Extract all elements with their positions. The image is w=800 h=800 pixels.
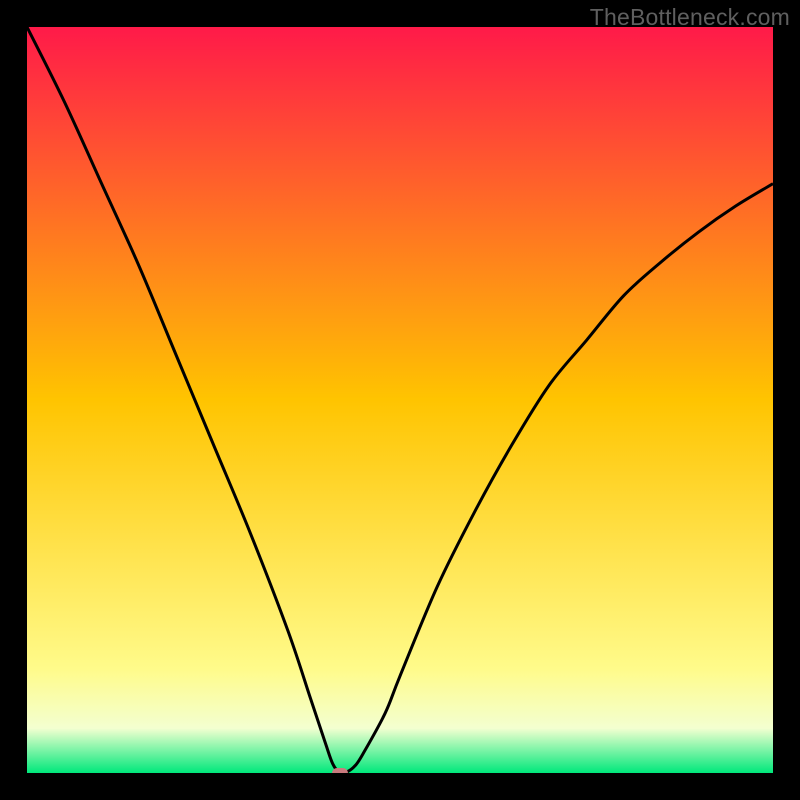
minimum-marker [332,768,348,773]
gradient-background [27,27,773,773]
watermark-text: TheBottleneck.com [590,4,790,31]
plot-area [27,27,773,773]
chart-svg [27,27,773,773]
chart-frame: TheBottleneck.com [0,0,800,800]
